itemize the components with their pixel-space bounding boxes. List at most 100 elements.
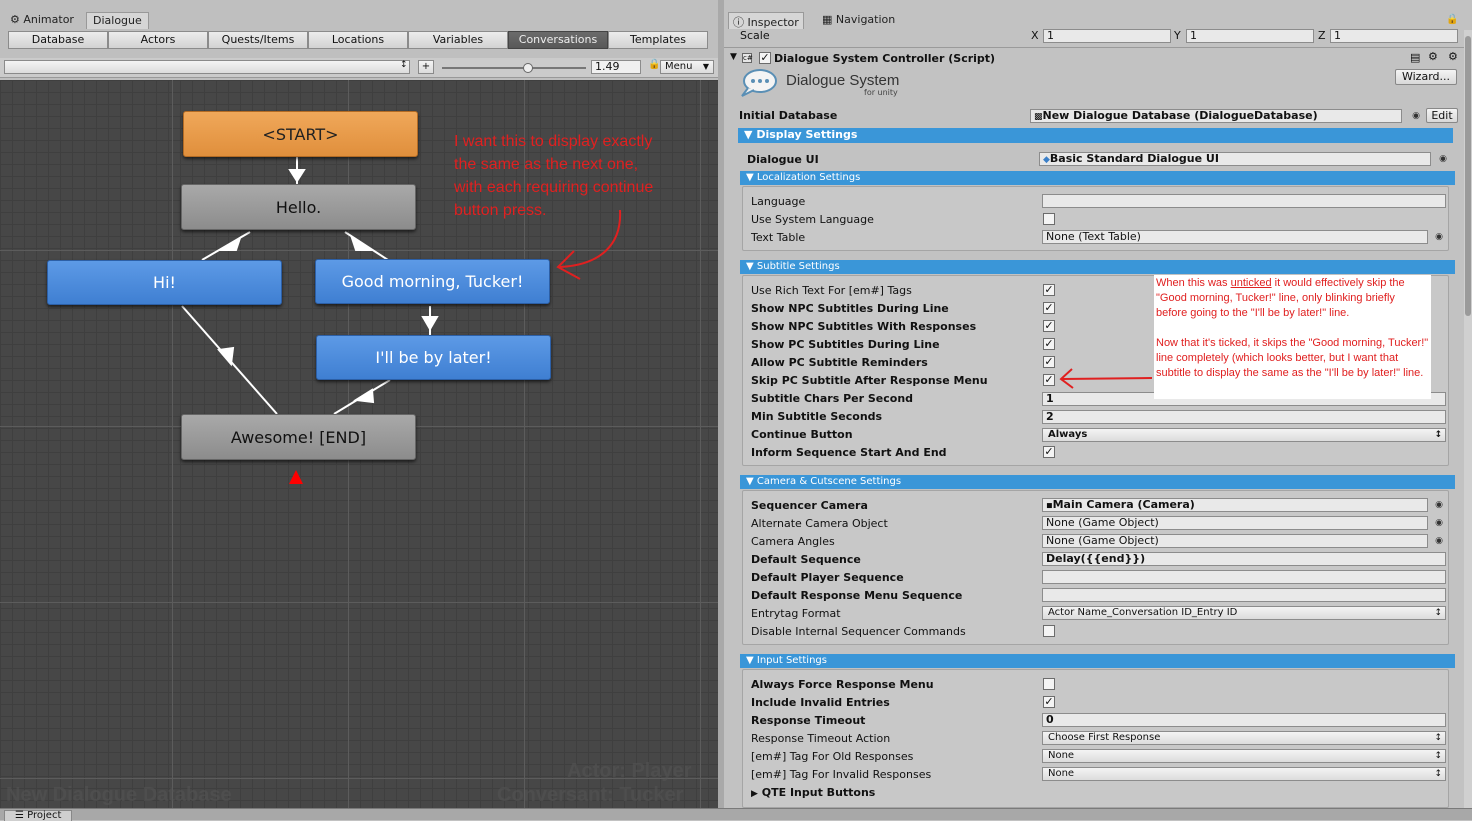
- disable-sequencer-checkbox[interactable]: [1043, 625, 1055, 637]
- pc-reminders-checkbox[interactable]: ✓: [1043, 356, 1055, 368]
- old-responses-tag-label: [em#] Tag For Old Responses: [751, 750, 914, 763]
- scrollbar-thumb[interactable]: [1465, 36, 1471, 316]
- old-responses-tag-dropdown[interactable]: None: [1042, 749, 1446, 763]
- entrytag-format-dropdown[interactable]: Actor Name_Conversation ID_Entry ID: [1042, 606, 1446, 620]
- invalid-responses-tag-dropdown[interactable]: None: [1042, 767, 1446, 781]
- lock-icon[interactable]: 🔒: [648, 59, 660, 70]
- object-picker-icon[interactable]: ◉: [1434, 500, 1444, 510]
- node-later[interactable]: I'll be by later!: [316, 335, 551, 380]
- scale-x-label: X: [1031, 29, 1039, 42]
- object-picker-icon[interactable]: ◉: [1411, 111, 1421, 121]
- annotation-text: When this was: [1156, 277, 1231, 289]
- response-timeout-label: Response Timeout: [751, 714, 866, 727]
- nav-actors[interactable]: Actors: [108, 31, 208, 49]
- language-field[interactable]: [1042, 194, 1446, 208]
- force-response-menu-checkbox[interactable]: [1043, 678, 1055, 690]
- conversation-select[interactable]: [4, 60, 410, 74]
- annotation-paragraph-2: Now that it's ticked, it skips the "Good…: [1156, 337, 1429, 379]
- inform-sequence-checkbox[interactable]: ✓: [1043, 446, 1055, 458]
- nav-variables[interactable]: Variables: [408, 31, 508, 49]
- default-sequence-label: Default Sequence: [751, 553, 861, 566]
- help-icon[interactable]: ▤: [1410, 51, 1420, 64]
- menu-dropdown[interactable]: Menu ▼: [660, 60, 714, 74]
- chars-per-second-label: Subtitle Chars Per Second: [751, 392, 914, 405]
- nav-quests-items[interactable]: Quests/Items: [208, 31, 308, 49]
- continue-button-dropdown[interactable]: Always: [1042, 428, 1446, 442]
- conversation-graph[interactable]: <START> Hello. Hi! Good morning, Tucker!…: [0, 80, 718, 808]
- dialogue-system-logo: [736, 68, 780, 98]
- tab-navigation[interactable]: ▦ Navigation: [818, 12, 899, 29]
- zoom-slider[interactable]: [442, 63, 586, 73]
- link-arrow-icon: [288, 169, 306, 183]
- nav-templates[interactable]: Templates: [608, 31, 708, 49]
- foldout-arrow-icon: ▼: [746, 261, 754, 272]
- display-settings-header[interactable]: ▼ Display Settings: [738, 128, 1453, 143]
- npc-with-responses-checkbox[interactable]: ✓: [1043, 320, 1055, 332]
- tab-dialogue[interactable]: Dialogue: [86, 12, 149, 29]
- nav-database[interactable]: Database: [8, 31, 108, 49]
- default-player-sequence-field[interactable]: [1042, 570, 1446, 584]
- lock-icon[interactable]: 🔒: [1446, 14, 1458, 25]
- edit-button[interactable]: Edit: [1426, 108, 1458, 123]
- rich-text-checkbox[interactable]: ✓: [1043, 284, 1055, 296]
- tab-inspector[interactable]: ⓘ Inspector: [728, 12, 804, 29]
- foldout-arrow-icon: ▼: [746, 655, 754, 666]
- tab-project[interactable]: ☰ Project: [4, 810, 73, 821]
- use-system-language-checkbox[interactable]: [1043, 213, 1055, 225]
- initial-database-label: Initial Database: [739, 109, 838, 122]
- object-picker-icon[interactable]: ◉: [1434, 518, 1444, 528]
- min-seconds-field[interactable]: 2: [1042, 410, 1446, 424]
- database-icon: ▩: [1034, 112, 1043, 122]
- default-response-sequence-field[interactable]: [1042, 588, 1446, 602]
- localization-settings-label: Localization Settings: [756, 172, 861, 183]
- gear-icon[interactable]: ⚙: [1448, 50, 1458, 63]
- component-enabled-checkbox[interactable]: ✓: [759, 52, 771, 64]
- include-invalid-label: Include Invalid Entries: [751, 696, 890, 709]
- default-sequence-field[interactable]: Delay({{end}}): [1042, 552, 1446, 566]
- object-picker-icon[interactable]: ◉: [1434, 536, 1444, 546]
- dialogue-ui-field[interactable]: ◆Basic Standard Dialogue UI: [1039, 152, 1431, 166]
- zoom-field[interactable]: 1.49: [591, 60, 641, 74]
- animator-icon: ⚙: [10, 13, 20, 26]
- nav-locations[interactable]: Locations: [308, 31, 408, 49]
- node-good-morning[interactable]: Good morning, Tucker!: [315, 259, 550, 304]
- skip-pc-subtitle-checkbox[interactable]: ✓: [1043, 374, 1055, 386]
- use-system-language-label: Use System Language: [751, 213, 874, 226]
- object-picker-icon[interactable]: ◉: [1434, 232, 1444, 242]
- invalid-responses-tag-label: [em#] Tag For Invalid Responses: [751, 768, 932, 781]
- tab-inspector-label: Inspector: [747, 16, 799, 29]
- include-invalid-checkbox[interactable]: ✓: [1043, 696, 1055, 708]
- scale-x-field[interactable]: 1: [1043, 29, 1171, 43]
- text-table-field[interactable]: None (Text Table): [1042, 230, 1428, 244]
- object-picker-icon[interactable]: ◉: [1438, 154, 1448, 164]
- wizard-button[interactable]: Wizard...: [1395, 69, 1457, 85]
- tab-animator-label: Animator: [23, 13, 74, 26]
- response-timeout-field[interactable]: 0: [1042, 713, 1446, 727]
- node-hi[interactable]: Hi!: [47, 260, 282, 305]
- scale-y-field[interactable]: 1: [1186, 29, 1314, 43]
- subtitle-settings-header[interactable]: ▼ Subtitle Settings: [740, 260, 1455, 274]
- camera-settings-header[interactable]: ▼ Camera & Cutscene Settings: [740, 475, 1455, 489]
- camera-angles-field[interactable]: None (Game Object): [1042, 534, 1428, 548]
- inspector-scrollbar[interactable]: [1464, 30, 1472, 808]
- add-conversation-button[interactable]: +: [418, 60, 434, 74]
- input-settings-header[interactable]: ▼ Input Settings: [740, 654, 1455, 668]
- npc-during-line-checkbox[interactable]: ✓: [1043, 302, 1055, 314]
- localization-settings-header[interactable]: ▼ Localization Settings: [740, 171, 1455, 185]
- scale-z-field[interactable]: 1: [1330, 29, 1458, 43]
- node-start[interactable]: <START>: [183, 111, 418, 157]
- sequencer-camera-field[interactable]: ◾Main Camera (Camera): [1042, 498, 1428, 512]
- initial-database-field[interactable]: ▩New Dialogue Database (DialogueDatabase…: [1030, 109, 1402, 123]
- tab-animator[interactable]: ⚙ Animator: [4, 12, 80, 29]
- foldout-arrow-icon[interactable]: ▼: [730, 52, 737, 62]
- tab-project-label: Project: [27, 810, 62, 821]
- node-awesome-end[interactable]: Awesome! [END]: [181, 414, 416, 460]
- nav-conversations[interactable]: Conversations: [508, 31, 608, 49]
- pc-during-line-checkbox[interactable]: ✓: [1043, 338, 1055, 350]
- alternate-camera-field[interactable]: None (Game Object): [1042, 516, 1428, 530]
- qte-input-buttons-foldout[interactable]: ▶ QTE Input Buttons: [751, 786, 875, 799]
- node-hello[interactable]: Hello.: [181, 184, 416, 230]
- timeout-action-dropdown[interactable]: Choose First Response: [1042, 731, 1446, 745]
- zoom-slider-thumb[interactable]: [523, 63, 534, 73]
- settings-icon[interactable]: ⚙: [1428, 50, 1438, 63]
